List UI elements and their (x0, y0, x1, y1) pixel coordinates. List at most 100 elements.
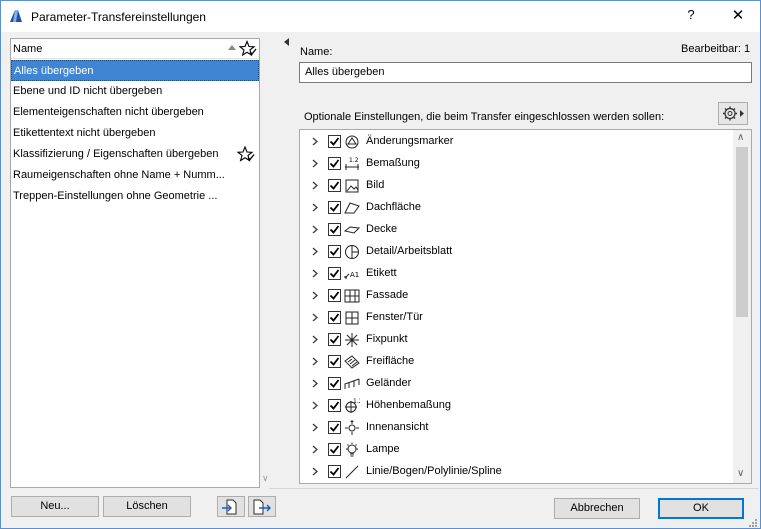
dimension-icon: 1.2 (345, 157, 359, 170)
name-field[interactable]: Alles übergeben (299, 62, 752, 83)
favorite-star-icon[interactable] (237, 146, 255, 162)
chevron-right-icon[interactable] (312, 291, 319, 300)
chevron-right-icon[interactable] (312, 159, 319, 168)
change-marker-icon (345, 135, 359, 149)
chevron-right-icon[interactable] (312, 335, 319, 344)
tree-item[interactable]: 1.2 Bemaßung (300, 153, 732, 175)
optional-settings-label: Optionale Einstellungen, die beim Transf… (304, 111, 665, 123)
import-button[interactable] (217, 496, 245, 517)
cancel-button[interactable]: Abbrechen (554, 498, 640, 519)
settings-menu-button[interactable] (718, 102, 748, 125)
include-checkbox[interactable] (328, 421, 341, 434)
delete-button[interactable]: Löschen (103, 496, 191, 517)
chevron-right-icon[interactable] (312, 445, 319, 454)
list-item[interactable]: Raumeigenschaften ohne Name + Numm... (11, 165, 259, 186)
checkmark-icon (329, 247, 340, 256)
scroll-up-icon[interactable]: ∧ (737, 132, 744, 143)
level-dimension-icon: 1.2 (345, 398, 360, 413)
include-checkbox[interactable] (328, 245, 341, 258)
include-checkbox[interactable] (328, 443, 341, 456)
include-checkbox[interactable] (328, 311, 341, 324)
close-button[interactable]: ✕ (727, 6, 749, 26)
tree-scrollbar[interactable]: ∧ ∨ (733, 130, 751, 483)
tree-item[interactable]: Fenster/Tür (300, 307, 732, 329)
tree-item-label: Etikett (366, 267, 397, 279)
list-header-name[interactable]: Name (13, 43, 42, 55)
include-checkbox[interactable] (328, 179, 341, 192)
help-button[interactable]: ? (681, 7, 701, 25)
roof-icon (344, 202, 360, 214)
include-checkbox[interactable] (328, 355, 341, 368)
tree-item-label: Freifläche (366, 355, 415, 367)
tree-item-label: Bild (366, 179, 385, 191)
list-item[interactable]: Elementeigenschaften nicht übergeben (11, 102, 259, 123)
include-checkbox[interactable] (328, 465, 341, 478)
include-checkbox[interactable] (328, 333, 341, 346)
list-item-label: Raumeigenschaften ohne Name + Numm... (13, 169, 225, 181)
chevron-right-icon[interactable] (312, 313, 319, 322)
tree-item[interactable]: 1.2 Höhenbemaßung (300, 395, 732, 417)
curtain-wall-icon (344, 289, 360, 303)
tree-item[interactable]: Dachfläche (300, 197, 732, 219)
list-item[interactable]: Etikettentext nicht übergeben (11, 123, 259, 144)
tree-item[interactable]: Innenansicht (300, 417, 732, 439)
fill-icon (344, 355, 360, 369)
tree-item[interactable]: Detail/Arbeitsblatt (300, 241, 732, 263)
chevron-right-icon[interactable] (312, 225, 319, 234)
chevron-right-icon[interactable] (312, 181, 319, 190)
include-checkbox[interactable] (328, 223, 341, 236)
include-checkbox[interactable] (328, 289, 341, 302)
new-button[interactable]: Neu... (11, 496, 99, 517)
line-icon (345, 465, 359, 479)
list-item-label: Ebene und ID nicht übergeben (13, 85, 163, 97)
chevron-right-icon[interactable] (312, 467, 319, 476)
tree-item[interactable]: Änderungsmarker (300, 131, 732, 153)
chevron-right-icon[interactable] (312, 357, 319, 366)
tree-item[interactable]: Geländer (300, 373, 732, 395)
list-item[interactable]: Klassifizierung / Eigenschaften übergebe… (11, 144, 259, 165)
chevron-right-icon[interactable] (312, 401, 319, 410)
favorite-column-star-icon[interactable] (239, 40, 257, 57)
resize-grip-icon[interactable] (746, 518, 758, 528)
tree-item[interactable]: Linie/Bogen/Polylinie/Spline (300, 461, 732, 483)
chevron-right-icon[interactable] (312, 137, 319, 146)
ok-button[interactable]: OK (658, 498, 744, 519)
include-checkbox[interactable] (328, 157, 341, 170)
include-checkbox[interactable] (328, 267, 341, 280)
scroll-thumb[interactable] (736, 147, 748, 317)
include-checkbox[interactable] (328, 135, 341, 148)
scroll-down-icon[interactable]: ∨ (737, 468, 744, 479)
interior-elevation-icon (345, 420, 359, 435)
collapse-panel-icon[interactable] (284, 38, 289, 46)
list-header: Name (11, 39, 259, 59)
chevron-right-icon[interactable] (312, 379, 319, 388)
tree-item[interactable]: Lampe (300, 439, 732, 461)
checkmark-icon (329, 401, 340, 410)
include-checkbox[interactable] (328, 201, 341, 214)
import-icon (222, 499, 237, 515)
tree-item-label: Fenster/Tür (366, 311, 423, 323)
tree-item[interactable]: A1 Etikett (300, 263, 732, 285)
tree-item[interactable]: Decke (300, 219, 732, 241)
list-item[interactable]: Ebene und ID nicht übergeben (11, 81, 259, 102)
settings-tree[interactable]: Änderungsmarker 1.2 Bemaßung Bild Dachfläche… (299, 129, 752, 484)
include-checkbox[interactable] (328, 399, 341, 412)
export-button[interactable] (248, 496, 276, 517)
list-item[interactable]: Treppen-Einstellungen ohne Geometrie ... (11, 186, 259, 207)
chevron-right-icon[interactable] (312, 269, 319, 278)
chevron-right-icon[interactable] (312, 423, 319, 432)
title-bar: Parameter-Transfereinstellungen ? ✕ (1, 1, 760, 32)
svg-text:1.2: 1.2 (353, 398, 360, 405)
list-item[interactable]: Alles übergeben (11, 60, 259, 81)
preset-list[interactable]: Name Alles übergeben Ebene und ID nicht … (10, 38, 260, 488)
tree-item[interactable]: Freifläche (300, 351, 732, 373)
footer-divider (269, 488, 759, 489)
list-scroll-down-icon[interactable]: ∨ (262, 473, 271, 485)
chevron-right-icon[interactable] (312, 203, 319, 212)
chevron-right-icon[interactable] (312, 247, 319, 256)
tree-item[interactable]: Bild (300, 175, 732, 197)
lamp-icon (346, 442, 358, 457)
include-checkbox[interactable] (328, 377, 341, 390)
tree-item[interactable]: Fassade (300, 285, 732, 307)
tree-item[interactable]: Fixpunkt (300, 329, 732, 351)
